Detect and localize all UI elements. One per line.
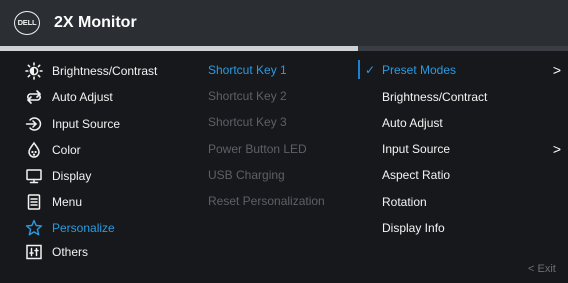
- submenu-power-button-led[interactable]: Power Button LED: [208, 141, 307, 157]
- option-label: Brightness/Contract: [382, 90, 488, 104]
- menu-item-label: Brightness/Contrast: [52, 64, 158, 78]
- exit-button[interactable]: < Exit: [528, 262, 556, 276]
- submenu-usb-charging[interactable]: USB Charging: [208, 167, 285, 183]
- option-display-info[interactable]: Display Info: [365, 219, 565, 237]
- menu-item-label: Personalize: [52, 221, 115, 235]
- menu-item-label: Input Source: [52, 117, 121, 131]
- submenu-reset-personalization[interactable]: Reset Personalization: [208, 193, 325, 209]
- submenu-shortcut-key-3[interactable]: Shortcut Key 3: [208, 114, 287, 130]
- submenu-shortcut-key-1[interactable]: Shortcut Key 1: [208, 62, 287, 78]
- option-label: Aspect Ratio: [382, 168, 451, 182]
- option-label: Input Source: [382, 142, 451, 156]
- chevron-right-icon: >: [552, 62, 561, 78]
- menu-item-label: Auto Adjust: [52, 90, 113, 104]
- input-source-icon: [22, 114, 46, 134]
- option-label: Rotation: [382, 195, 427, 209]
- menu-item-brightness-contrast[interactable]: Brightness/Contrast: [22, 61, 157, 81]
- option-rotation[interactable]: Rotation: [365, 193, 565, 211]
- menu-item-menu[interactable]: Menu: [22, 192, 82, 212]
- dell-logo: DELL: [14, 11, 40, 35]
- menu-item-label: Menu: [52, 195, 83, 209]
- menu-item-others[interactable]: Others: [22, 242, 88, 262]
- menu-item-label: Display: [52, 169, 92, 183]
- checkmark-icon: ✓: [365, 63, 376, 77]
- submenu-shortcut-key-2[interactable]: Shortcut Key 2: [208, 88, 287, 104]
- osd-header: DELL 2X Monitor: [0, 0, 568, 46]
- menu-item-label: Others: [52, 245, 89, 259]
- menu-item-color[interactable]: Color: [22, 140, 81, 160]
- color-icon: [22, 140, 46, 160]
- menu-item-label: Color: [52, 143, 81, 157]
- option-auto-adjust[interactable]: Auto Adjust: [365, 114, 565, 132]
- chevron-right-icon: >: [552, 141, 561, 157]
- option-input-source[interactable]: Input Source >: [365, 140, 565, 158]
- monitor-title: 2X Monitor: [54, 14, 137, 31]
- menu-icon: [22, 192, 46, 212]
- display-icon: [22, 166, 46, 186]
- header-tab-bar-inactive: [358, 46, 568, 51]
- menu-item-auto-adjust[interactable]: Auto Adjust: [22, 87, 113, 107]
- brightness-icon: [22, 61, 46, 81]
- option-selection-divider: [358, 60, 360, 79]
- monitor-osd-menu: DELL 2X Monitor Brightness/Contrast Auto…: [0, 0, 568, 283]
- option-aspect-ratio[interactable]: Aspect Ratio: [365, 166, 565, 184]
- option-label: Preset Modes: [382, 63, 457, 77]
- menu-item-display[interactable]: Display: [22, 166, 91, 186]
- option-label: Display Info: [382, 221, 445, 235]
- option-preset-modes[interactable]: ✓ Preset Modes >: [365, 61, 565, 79]
- option-label: Auto Adjust: [382, 116, 443, 130]
- others-icon: [22, 242, 46, 262]
- menu-item-personalize[interactable]: Personalize: [22, 218, 115, 238]
- option-brightness-contract[interactable]: Brightness/Contract: [365, 88, 565, 106]
- star-icon: [22, 218, 46, 238]
- menu-item-input-source[interactable]: Input Source: [22, 114, 120, 134]
- header-tab-bar-active: [0, 46, 358, 51]
- auto-adjust-icon: [22, 87, 46, 107]
